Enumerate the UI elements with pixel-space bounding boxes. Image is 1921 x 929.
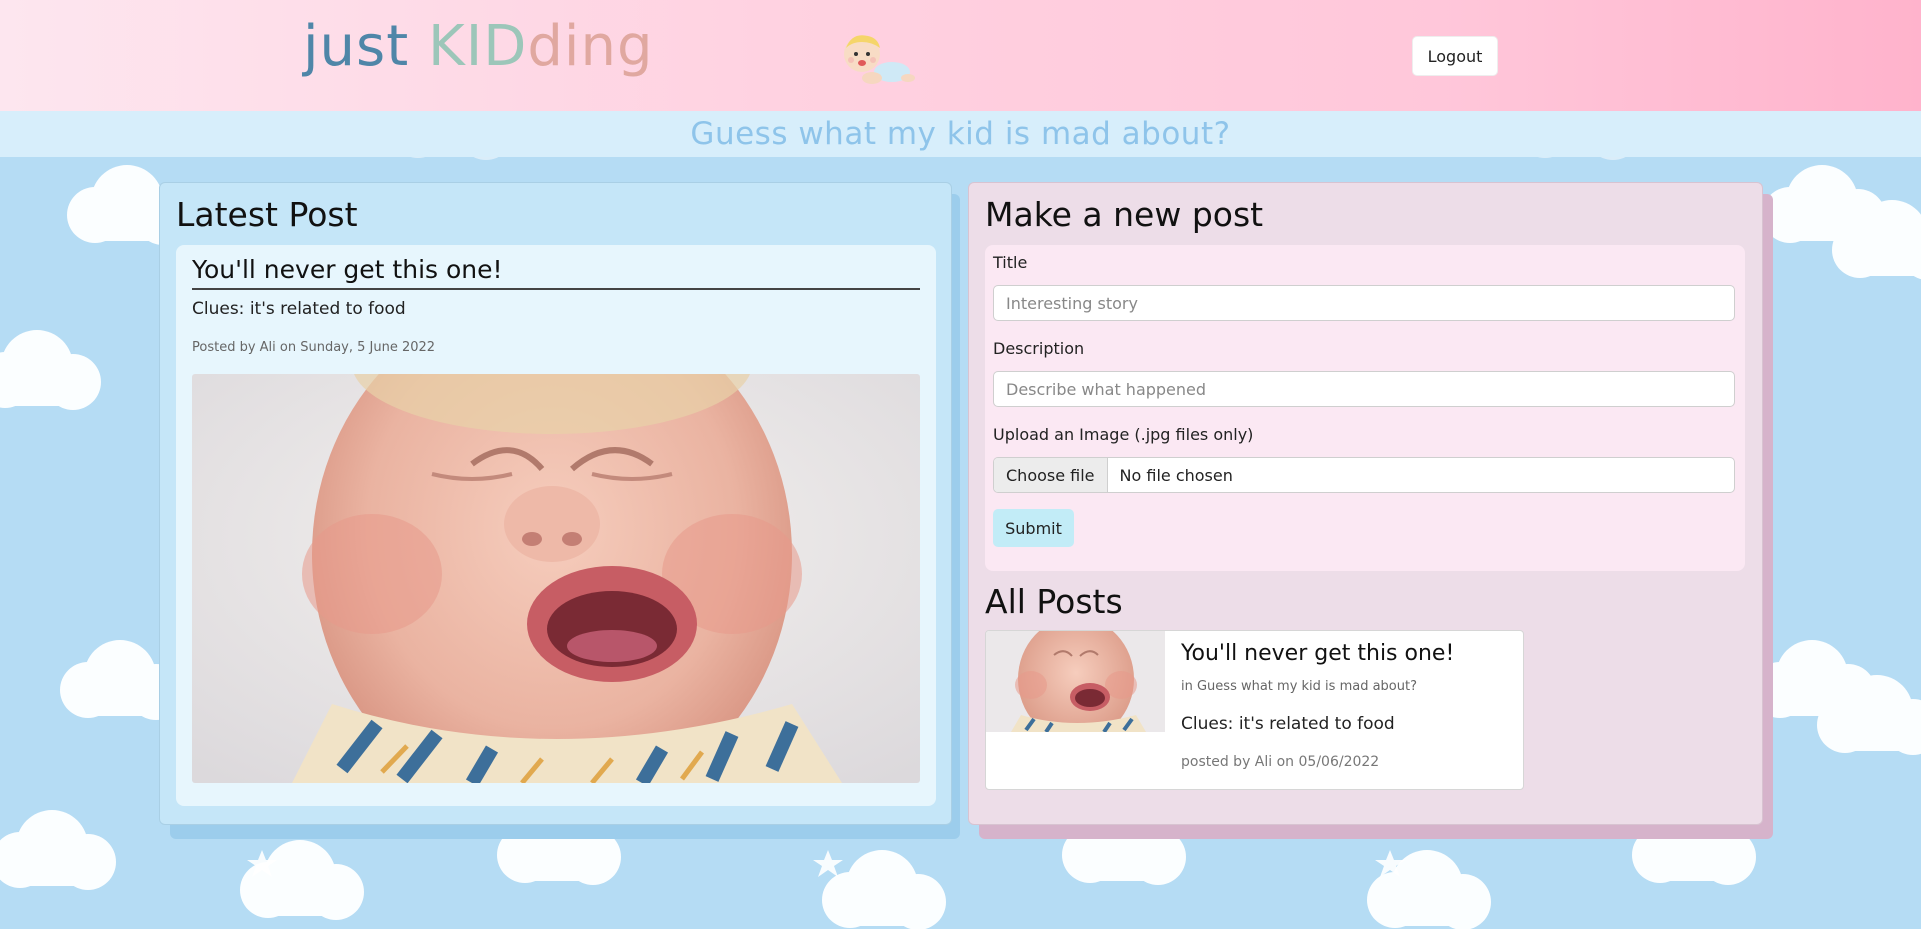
description-label: Description	[993, 339, 1085, 358]
tagline: Guess what my kid is mad about?	[690, 116, 1231, 152]
post-list-item-category: in Guess what my kid is mad about?	[1181, 679, 1417, 694]
logo-word-just: just	[303, 14, 410, 79]
latest-post-title[interactable]: You'll never get this one!	[192, 255, 920, 290]
image-upload-input[interactable]: Choose file No file chosen	[993, 457, 1735, 493]
latest-post-meta: Posted by Ali on Sunday, 5 June 2022	[192, 340, 436, 355]
new-post-form: Title Interesting story Description Desc…	[985, 245, 1745, 571]
latest-post-image	[192, 374, 920, 783]
upload-label: Upload an Image (.jpg files only)	[993, 425, 1254, 444]
latest-post-panel: Latest Post You'll never get this one! C…	[159, 182, 952, 825]
latest-post-card[interactable]: You'll never get this one! Clues: it's r…	[176, 245, 936, 806]
description-input[interactable]: Describe what happened	[993, 371, 1735, 407]
new-post-heading: Make a new post	[985, 195, 1264, 234]
title-input[interactable]: Interesting story	[993, 285, 1735, 321]
choose-file-button[interactable]: Choose file	[994, 458, 1108, 492]
all-posts-heading: All Posts	[985, 582, 1123, 621]
title-label: Title	[993, 253, 1028, 272]
post-list-item[interactable]: You'll never get this one! in Guess what…	[985, 630, 1524, 790]
new-post-panel: Make a new post Title Interesting story …	[968, 182, 1763, 825]
site-logo[interactable]: just KIDding	[303, 14, 654, 79]
latest-post-heading: Latest Post	[176, 195, 358, 234]
logout-button[interactable]: Logout	[1412, 36, 1498, 76]
baby-icon	[844, 35, 915, 84]
tagline-band: Guess what my kid is mad about?	[0, 111, 1921, 157]
latest-post-clues: Clues: it's related to food	[192, 299, 406, 319]
logo-word-ding: ding	[527, 14, 654, 79]
post-list-item-title[interactable]: You'll never get this one!	[1181, 641, 1454, 666]
site-header: just KIDding Logout	[0, 0, 1921, 111]
file-status-text: No file chosen	[1119, 465, 1233, 485]
logo-word-kid: KID	[428, 14, 528, 79]
submit-button[interactable]: Submit	[993, 509, 1074, 547]
post-thumbnail	[986, 631, 1165, 732]
post-list-item-clues: Clues: it's related to food	[1181, 714, 1395, 734]
post-list-item-meta: posted by Ali on 05/06/2022	[1181, 754, 1380, 770]
